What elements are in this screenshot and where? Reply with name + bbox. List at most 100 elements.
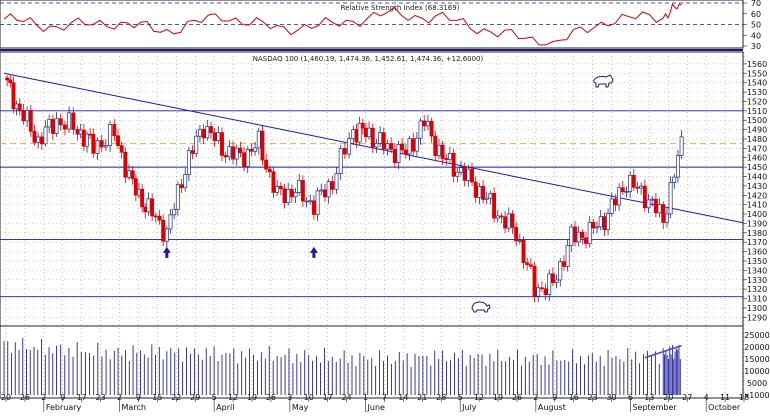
candle-down [635, 186, 640, 189]
candle-up [407, 138, 412, 155]
candle-down [322, 189, 327, 198]
candle-down [179, 184, 184, 189]
candle-down [116, 135, 120, 146]
candle-up [668, 182, 673, 215]
volume-y-tick-label: 10000 [744, 367, 769, 376]
price-title: NASDAQ 100 (1,460.19, 1,474.36, 1,452.61… [253, 55, 484, 63]
rsi-y-tick-label: 40 [751, 31, 761, 40]
candle-up [414, 137, 419, 152]
candle-down [150, 198, 155, 217]
candle-down [528, 264, 533, 267]
volume-plot [3, 337, 682, 395]
candle-up [657, 204, 662, 214]
candle-up [495, 215, 500, 219]
candle-up [304, 200, 309, 203]
candle-down [403, 149, 408, 155]
candle-down [91, 134, 96, 154]
candle-up [36, 136, 41, 143]
candle-up [137, 188, 141, 196]
candle-up [396, 143, 401, 163]
candle-up [374, 142, 379, 148]
price-y-tick-label: 1470 [747, 144, 767, 153]
candle-down [360, 122, 365, 129]
price-y-tick-label: 1440 [747, 173, 767, 182]
candle-down [389, 143, 394, 150]
candle-down [444, 158, 449, 160]
candle-down [510, 213, 515, 228]
candle-down [532, 265, 537, 297]
x-tick-label: 2 [533, 393, 538, 402]
candle-up [85, 133, 89, 147]
candle-up [357, 122, 362, 143]
candle-up [168, 214, 173, 230]
candle-up [536, 287, 541, 297]
candle-down [223, 155, 228, 158]
candle-down [50, 119, 55, 134]
candle-down [161, 219, 166, 242]
x-tick-label: 10 [304, 393, 314, 402]
bear-icon [471, 301, 491, 313]
candle-down [653, 198, 658, 214]
rsi-y-tick-label: 50 [751, 21, 761, 30]
candle-up [103, 145, 108, 148]
month-label: June [367, 403, 386, 412]
candle-down [267, 168, 272, 173]
candle-down [62, 124, 67, 130]
month-label: September [632, 403, 677, 412]
candle-down [550, 273, 555, 283]
volume-y-tick-label: x1000 [744, 391, 769, 400]
downtrend-line [3, 72, 744, 224]
candle-up [172, 208, 177, 216]
x-tick-label: 2 [41, 393, 46, 402]
candle-up [595, 226, 599, 229]
x-tick-label: 26 [20, 393, 30, 402]
candle-down [602, 216, 607, 231]
candle-up [617, 187, 622, 206]
candle-up [326, 181, 331, 198]
candle-up [253, 147, 258, 152]
candle-down [231, 146, 235, 160]
candle-up [367, 127, 372, 138]
price-y-tick-label: 1480 [747, 135, 767, 144]
candle-down [300, 180, 305, 202]
x-tick-label: 24 [342, 393, 352, 402]
candle-up [245, 149, 250, 167]
candle-down [209, 126, 213, 134]
price-y-tick-label: 1560 [747, 60, 767, 69]
price-y-tick-label: 1450 [747, 163, 767, 172]
month-label: October [708, 403, 741, 412]
candle-down [201, 128, 206, 139]
candle-down [112, 124, 117, 137]
price-y-tick-label: 1540 [747, 79, 767, 88]
candle-down [88, 133, 93, 136]
month-label: August [538, 403, 566, 412]
candle-up [378, 132, 383, 144]
candle-down [242, 152, 247, 167]
x-tick-label: 19 [493, 393, 503, 402]
month-label: May [292, 403, 309, 412]
candle-down [613, 198, 618, 206]
candle-down [473, 181, 478, 198]
candle-down [661, 204, 666, 223]
candle-up [679, 136, 684, 156]
x-tick-label: 26 [266, 393, 276, 402]
month-label: April [216, 403, 234, 412]
x-tick-label: 1 [363, 393, 368, 402]
candle-up [547, 273, 552, 295]
candle-down [282, 188, 287, 203]
candle-down [521, 239, 526, 264]
candle-up [554, 279, 559, 283]
candle-down [462, 167, 467, 181]
candle-up [664, 213, 669, 223]
month-label: March [122, 403, 146, 412]
candle-down [514, 227, 519, 242]
candle-up [334, 173, 339, 190]
candle-up [436, 144, 441, 156]
volume-y-tick-label: 15000 [744, 355, 769, 364]
candle-up [108, 124, 113, 146]
candle-down [119, 145, 124, 153]
candle-up [347, 138, 352, 155]
price-y-tick-label: 1420 [747, 191, 767, 200]
price-y-tick-label: 1370 [747, 238, 767, 247]
candle-up [425, 120, 430, 127]
